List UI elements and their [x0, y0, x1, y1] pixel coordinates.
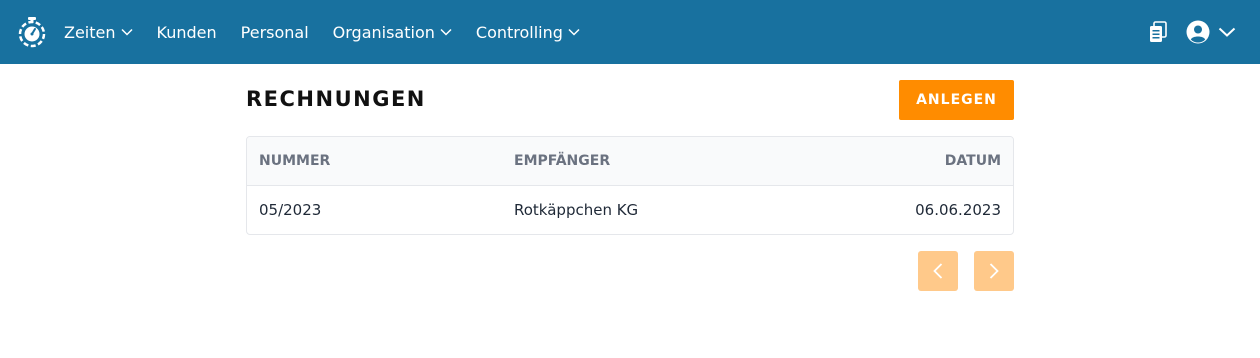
clipboard-icon[interactable] — [1148, 21, 1168, 43]
nav-item-controlling[interactable]: Controlling — [476, 23, 580, 42]
user-area — [1148, 0, 1236, 64]
chevron-down-icon — [568, 28, 580, 36]
create-button[interactable]: ANLEGEN — [899, 80, 1014, 120]
chevron-down-icon — [120, 28, 133, 36]
chevron-left-icon — [933, 263, 943, 279]
stopwatch-logo-icon[interactable] — [17, 16, 47, 48]
main-menu: Zeiten Kunden Personal Organisation Cont… — [64, 0, 604, 64]
nav-item-zeiten[interactable]: Zeiten — [64, 23, 133, 42]
nav-item-label: Organisation — [332, 22, 435, 42]
table-header: NUMMER EMPFÄNGER DATUM — [247, 137, 1013, 186]
top-navbar: Zeiten Kunden Personal Organisation Cont… — [0, 0, 1260, 64]
nav-item-personal[interactable]: Personal — [241, 23, 309, 42]
chevron-right-icon — [989, 263, 999, 279]
previous-page-button[interactable] — [918, 251, 958, 291]
chevron-down-icon[interactable] — [1218, 27, 1236, 37]
invoices-table: NUMMER EMPFÄNGER DATUM 05/2023 Rotkäppch… — [246, 136, 1014, 235]
chevron-down-icon — [440, 28, 452, 36]
column-header-empfaenger[interactable]: EMPFÄNGER — [514, 153, 610, 169]
next-page-button[interactable] — [974, 251, 1014, 291]
cell-empfaenger: Rotkäppchen KG — [514, 201, 639, 219]
nav-item-label: Zeiten — [64, 22, 116, 42]
table-row[interactable]: 05/2023 Rotkäppchen KG 06.06.2023 — [247, 186, 1013, 234]
nav-item-label: Personal — [240, 22, 309, 42]
user-circle-icon[interactable] — [1186, 20, 1210, 44]
cell-datum: 06.06.2023 — [915, 201, 1001, 219]
nav-item-kunden[interactable]: Kunden — [157, 23, 217, 42]
nav-item-label: Kunden — [156, 22, 217, 42]
page-title: RECHNUNGEN — [246, 87, 426, 111]
nav-item-label: Controlling — [475, 22, 563, 42]
cell-nummer: 05/2023 — [259, 201, 322, 219]
column-header-datum[interactable]: DATUM — [945, 153, 1001, 169]
column-header-nummer[interactable]: NUMMER — [259, 153, 330, 169]
nav-item-organisation[interactable]: Organisation — [333, 23, 452, 42]
